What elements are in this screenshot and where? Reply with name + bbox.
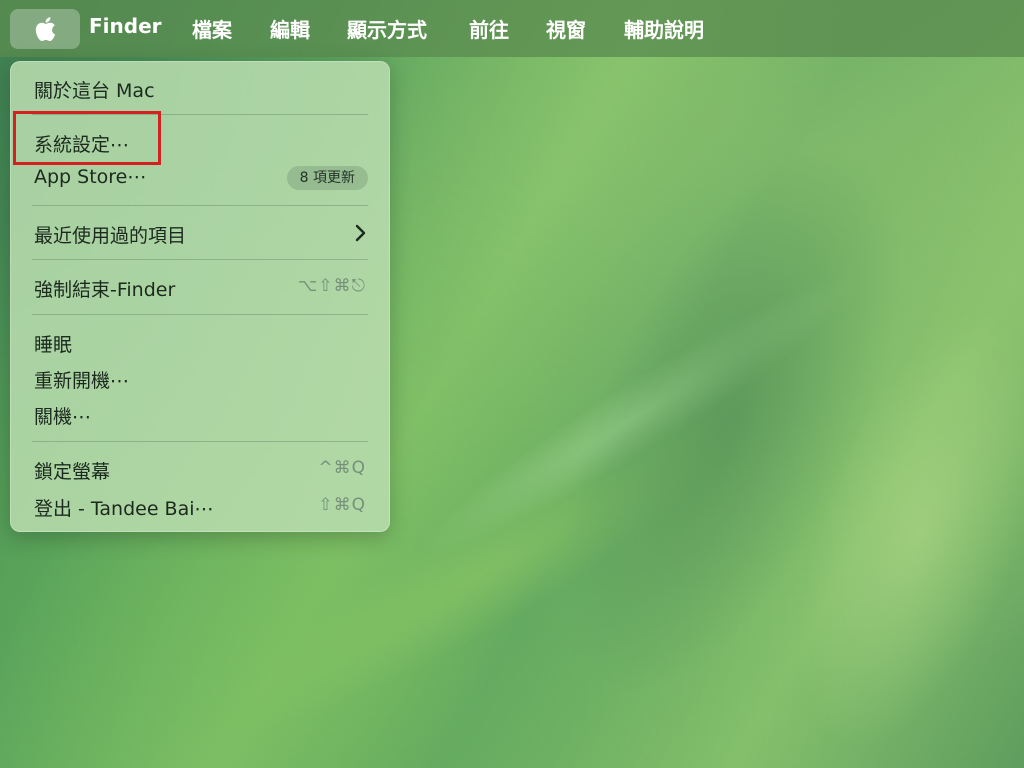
menubar-finder[interactable]: Finder — [89, 14, 162, 38]
menubar-view[interactable]: 顯示方式 — [347, 14, 427, 43]
keyboard-shortcut: ⌥⇧⌘⎋ — [297, 276, 366, 296]
menu-separator — [32, 205, 368, 206]
update-count-badge: 8 項更新 — [286, 166, 368, 190]
highlight-annotation-box — [13, 111, 161, 165]
apple-logo-icon — [35, 17, 56, 42]
menubar-help[interactable]: 輔助說明 — [624, 14, 704, 43]
menubar-go[interactable]: 前往 — [469, 14, 509, 43]
menu-item-shutdown[interactable]: 關機⋯ — [10, 397, 390, 431]
menu-separator — [32, 314, 368, 315]
menu-item-about-this-mac[interactable]: 關於這台 Mac — [10, 71, 390, 105]
menu-item-label: 關於這台 Mac — [34, 80, 155, 102]
menu-item-label: 關機⋯ — [34, 406, 92, 428]
wallpaper-streak — [747, 279, 1024, 768]
menu-item-label: 睡眠 — [34, 334, 73, 356]
menu-item-label: 最近使用過的項目 — [34, 225, 187, 247]
menu-item-app-store[interactable]: App Store⋯ 8 項更新 — [10, 161, 390, 195]
menu-item-lock-screen[interactable]: 鎖定螢幕 ^⌘Q — [10, 452, 390, 486]
wallpaper-streak — [485, 93, 975, 747]
keyboard-shortcut: ⇧⌘Q — [318, 495, 366, 515]
menu-item-label: App Store⋯ — [34, 166, 147, 188]
wallpaper-streak — [400, 247, 880, 583]
apple-menu-button[interactable] — [10, 9, 80, 49]
menu-separator — [32, 441, 368, 442]
menubar-file[interactable]: 檔案 — [192, 14, 232, 43]
menubar-edit[interactable]: 編輯 — [270, 14, 310, 43]
menu-item-force-quit[interactable]: 強制結束-Finder ⌥⇧⌘⎋ — [10, 270, 390, 304]
keyboard-shortcut: ^⌘Q — [318, 458, 366, 478]
menu-item-restart[interactable]: 重新開機⋯ — [10, 361, 390, 395]
menu-item-recent-items[interactable]: 最近使用過的項目 — [10, 216, 390, 250]
menu-item-label: 登出 - Tandee Bai⋯ — [34, 498, 214, 520]
menu-bar: Finder 檔案 編輯 顯示方式 前往 視窗 輔助說明 — [0, 0, 1024, 57]
menu-item-label: 強制結束-Finder — [34, 279, 176, 301]
menu-separator — [32, 259, 368, 260]
menu-item-label: 重新開機⋯ — [34, 370, 130, 392]
apple-dropdown-menu: 關於這台 Mac 系統設定⋯ App Store⋯ 8 項更新 最近使用過的項目… — [10, 61, 390, 532]
menu-item-logout[interactable]: 登出 - Tandee Bai⋯ ⇧⌘Q — [10, 489, 390, 523]
menu-item-sleep[interactable]: 睡眠 — [10, 325, 390, 359]
menubar-window[interactable]: 視窗 — [546, 14, 586, 43]
chevron-right-icon — [355, 224, 366, 242]
menu-item-label: 鎖定螢幕 — [34, 461, 111, 483]
